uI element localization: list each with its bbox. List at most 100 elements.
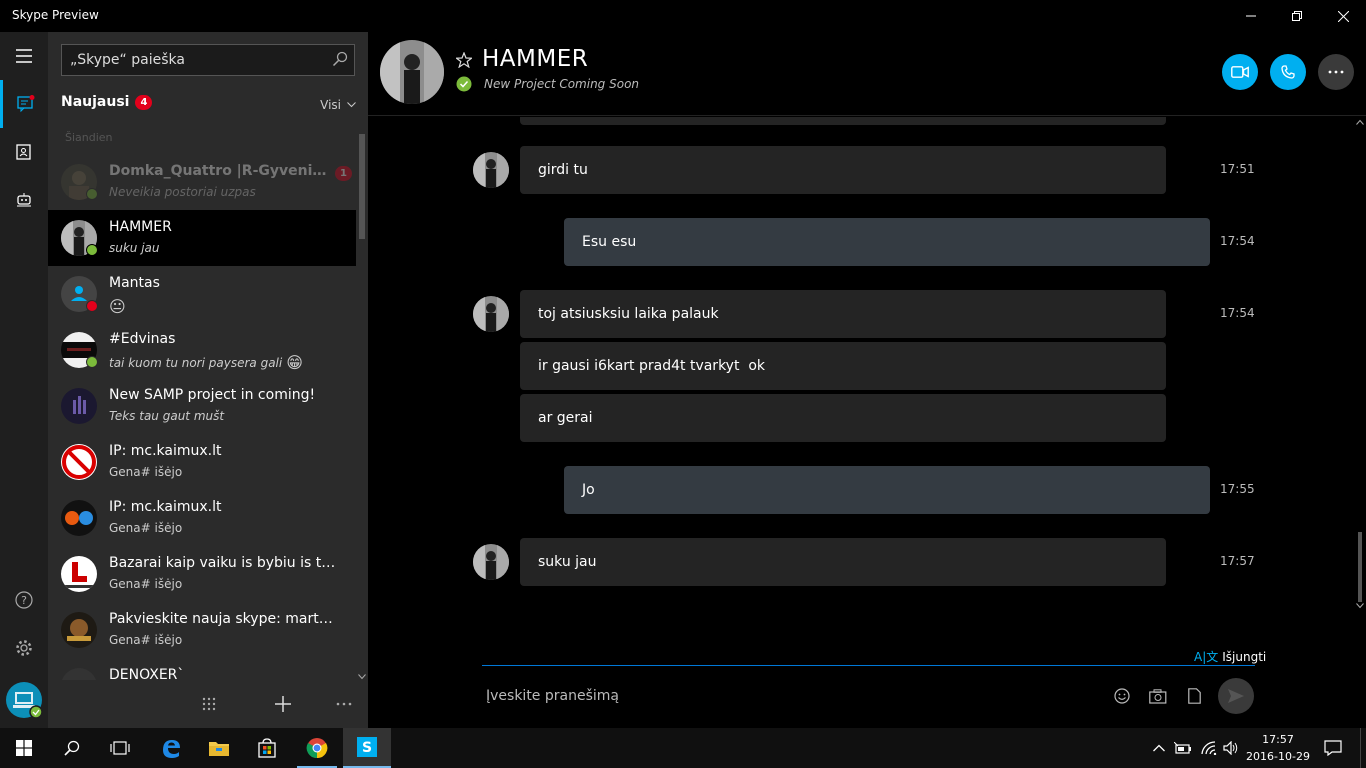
send-file-button[interactable] bbox=[1182, 684, 1206, 708]
message-bubble: suku jau bbox=[520, 538, 1166, 586]
message-time: 17:57 bbox=[1220, 554, 1255, 568]
wifi-tray-icon[interactable] bbox=[1198, 728, 1220, 768]
message-bubble: ir gausi i6kart prad4t tvarkyt ok bbox=[520, 342, 1166, 390]
send-button[interactable] bbox=[1218, 678, 1254, 714]
task-view-icon bbox=[110, 741, 130, 755]
conversation-item-kaimux-2[interactable]: IP: mc.kaimux.lt Gena# išėjo bbox=[48, 490, 356, 546]
filter-dropdown[interactable]: Visi bbox=[320, 98, 356, 112]
show-hidden-icons-button[interactable] bbox=[1150, 728, 1168, 768]
folder-icon bbox=[209, 742, 229, 756]
recent-label: Naujausi bbox=[61, 94, 130, 110]
conversation-item-domka[interactable]: Domka_Quattro |R-Gyvenim... Neveikia pos… bbox=[48, 154, 356, 210]
recent-header: Naujausi 4 bbox=[61, 94, 153, 110]
conversation-item-pakvieskite[interactable]: Pakvieskite nauja skype: martyn... Gena#… bbox=[48, 602, 356, 658]
message-bubble bbox=[520, 117, 1166, 125]
taskbar-clock[interactable]: 17:57 2016-10-29 bbox=[1236, 731, 1320, 765]
edge-taskbar-button[interactable] bbox=[147, 728, 195, 768]
chrome-taskbar-button[interactable] bbox=[293, 728, 341, 768]
contact-avatar[interactable] bbox=[380, 40, 444, 104]
contacts-button[interactable] bbox=[0, 128, 48, 176]
bots-button[interactable] bbox=[0, 176, 48, 224]
close-button[interactable] bbox=[1320, 0, 1366, 32]
emoji-button[interactable] bbox=[1110, 684, 1134, 708]
store-taskbar-button[interactable] bbox=[243, 728, 291, 768]
help-icon: ? bbox=[15, 591, 33, 609]
conversation-name: IP: mc.kaimux.lt bbox=[109, 443, 222, 459]
send-arrow-icon bbox=[1228, 689, 1244, 703]
task-view-button[interactable] bbox=[96, 728, 144, 768]
menu-button[interactable] bbox=[0, 32, 48, 80]
search-taskbar-button[interactable] bbox=[48, 728, 96, 768]
svg-text:?: ? bbox=[21, 594, 27, 607]
conversation-item-samp[interactable]: New SAMP project in coming! Teks tau gau… bbox=[48, 378, 356, 434]
message-history: girdi tu 17:51 Esu esu 17:54 toj atsiusk… bbox=[368, 117, 1354, 612]
composer-divider bbox=[482, 665, 1255, 666]
skype-taskbar-button[interactable]: S bbox=[343, 728, 391, 768]
edge-icon bbox=[163, 740, 180, 758]
status-online-icon bbox=[86, 244, 98, 256]
dialpad-button[interactable] bbox=[193, 688, 225, 720]
conversation-item-hammer[interactable]: HAMMER suku jau bbox=[48, 210, 356, 266]
translator-toggle[interactable]: A|文 Išjungti bbox=[1194, 648, 1266, 665]
conversation-name: HAMMER bbox=[109, 219, 172, 235]
conversation-name: Bazarai kaip vaiku is bybiu is tr... bbox=[109, 555, 339, 571]
message-input[interactable] bbox=[486, 686, 1086, 706]
ellipsis-icon bbox=[336, 702, 352, 706]
video-call-button[interactable] bbox=[1222, 54, 1258, 90]
battery-tray-icon[interactable] bbox=[1172, 728, 1194, 768]
settings-button[interactable] bbox=[0, 624, 48, 672]
help-button[interactable]: ? bbox=[0, 576, 48, 624]
conversation-item-kaimux-1[interactable]: IP: mc.kaimux.lt Gena# išėjo bbox=[48, 434, 356, 490]
message-time: 17:54 bbox=[1220, 234, 1255, 248]
show-desktop-button[interactable] bbox=[1360, 728, 1366, 768]
voice-call-button[interactable] bbox=[1270, 54, 1306, 90]
message-bubble-outgoing: Esu esu bbox=[564, 218, 1210, 266]
window-title: Skype Preview bbox=[12, 8, 99, 22]
message-bubble-outgoing: Jo bbox=[564, 466, 1210, 514]
recent-count-badge: 4 bbox=[135, 94, 153, 110]
minimize-button[interactable] bbox=[1228, 0, 1274, 32]
new-chat-button[interactable] bbox=[267, 688, 299, 720]
minimize-icon bbox=[1246, 15, 1256, 17]
chat-pane: HAMMER New Project Coming Soon girdi tu … bbox=[368, 32, 1366, 728]
windows-logo-icon bbox=[16, 740, 32, 756]
conversation-name: IP: mc.kaimux.lt bbox=[109, 499, 222, 515]
chat-header: HAMMER New Project Coming Soon bbox=[368, 32, 1366, 116]
file-explorer-taskbar-button[interactable] bbox=[195, 728, 243, 768]
contact-mood: New Project Coming Soon bbox=[484, 77, 640, 91]
search-input[interactable] bbox=[62, 45, 322, 75]
recent-chats-button[interactable] bbox=[0, 80, 48, 128]
profile-avatar[interactable] bbox=[0, 676, 48, 724]
message-scrollbar[interactable] bbox=[1354, 117, 1366, 612]
conversation-name: New SAMP project in coming! bbox=[109, 387, 316, 403]
send-image-button[interactable] bbox=[1146, 684, 1170, 708]
conversation-preview: Gena# išėjo bbox=[109, 465, 183, 479]
conversation-scrollbar[interactable] bbox=[356, 132, 368, 680]
file-icon bbox=[1187, 688, 1201, 704]
chat-options-button[interactable] bbox=[1318, 54, 1354, 90]
scroll-up-icon bbox=[1356, 119, 1364, 125]
start-button[interactable] bbox=[0, 728, 48, 768]
conversation-item-edvinas[interactable]: #Edvinas tai kuom tu nori paysera gali 😁 bbox=[48, 322, 356, 378]
section-today: Šiandien bbox=[65, 131, 113, 144]
more-options-button[interactable] bbox=[328, 688, 360, 720]
avatar bbox=[61, 556, 97, 592]
conversation-item-denoxer[interactable]: DENOXER` bbox=[48, 658, 356, 680]
video-camera-icon bbox=[1231, 66, 1249, 78]
conversation-preview: 😐 bbox=[109, 297, 339, 316]
action-center-button[interactable] bbox=[1320, 728, 1346, 768]
star-icon[interactable] bbox=[456, 52, 472, 68]
conversation-item-bazarai[interactable]: Bazarai kaip vaiku is bybiu is tr... Gen… bbox=[48, 546, 356, 602]
scrollbar-thumb[interactable] bbox=[359, 134, 365, 239]
scrollbar-thumb[interactable] bbox=[1358, 532, 1362, 602]
search-icon[interactable] bbox=[332, 51, 348, 67]
clock-date: 2016-10-29 bbox=[1246, 750, 1310, 763]
avatar bbox=[61, 612, 97, 648]
conversation-name: Pakvieskite nauja skype: martyn... bbox=[109, 611, 339, 627]
ellipsis-icon bbox=[1328, 70, 1344, 74]
conversation-item-mantas[interactable]: Mantas 😐 bbox=[48, 266, 356, 322]
title-bar: Skype Preview bbox=[0, 0, 1366, 32]
restore-button[interactable] bbox=[1274, 0, 1320, 32]
status-online-icon bbox=[86, 356, 98, 368]
bot-icon bbox=[17, 193, 31, 207]
